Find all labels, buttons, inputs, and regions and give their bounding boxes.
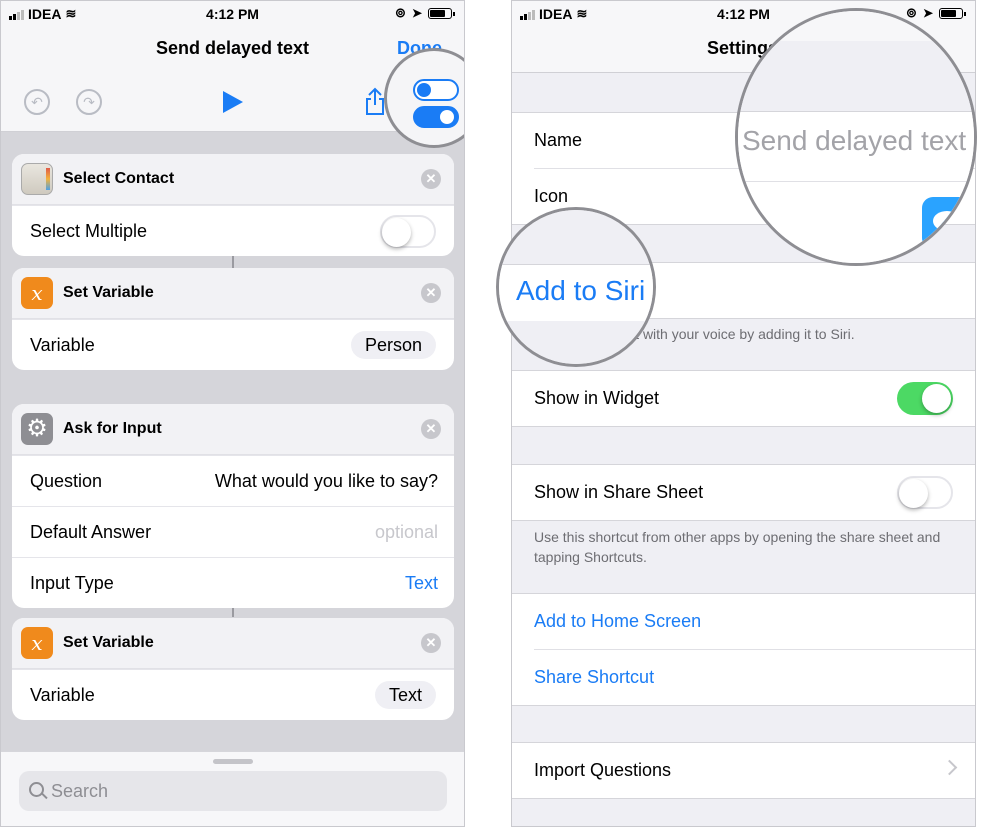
settings-toggle-icon[interactable] (413, 79, 459, 101)
status-right: ⊚ ➤ (395, 5, 455, 21)
show-in-widget-row: Show in Widget (512, 371, 975, 426)
shortcut-editor-screen: IDEA ≋ 4:12 PM ⊚ ➤ Send delayed text Don… (0, 0, 465, 827)
show-in-share-sheet-row: Show in Share Sheet (512, 465, 975, 520)
action-parameter-row[interactable]: Default Answer optional (12, 506, 454, 557)
import-questions-label: Import Questions (534, 760, 672, 780)
add-to-home-screen-row[interactable]: Add to Home Screen (512, 594, 975, 649)
share-icon[interactable] (365, 87, 385, 115)
name-value-zoomed[interactable]: Send delayed text (742, 125, 966, 157)
action-parameter-row: Variable Person (12, 319, 454, 370)
search-input[interactable]: Search (19, 771, 447, 811)
name-label: Name (534, 130, 583, 150)
parameter-label: Variable (30, 335, 95, 355)
gear-icon: ⚙ (21, 413, 53, 445)
action-parameter-row: Variable Text (12, 669, 454, 720)
links-group: Add to Home Screen Share Shortcut (512, 593, 975, 706)
show-in-share-sheet-toggle[interactable] (897, 476, 953, 509)
search-icon (29, 782, 44, 797)
action-parameter-row: Select Multiple (12, 205, 454, 256)
remove-action-icon[interactable]: ✕ (421, 419, 441, 439)
share-sheet-group: Show in Share Sheet (512, 464, 975, 521)
import-group: Import Questions (512, 742, 975, 799)
undo-icon[interactable]: ↶ (24, 89, 50, 115)
location-icon: ➤ (411, 6, 422, 20)
search-placeholder: Search (51, 781, 109, 801)
redo-icon[interactable]: ↷ (76, 89, 102, 115)
remove-action-icon[interactable]: ✕ (421, 283, 441, 303)
remove-action-icon[interactable]: ✕ (421, 633, 441, 653)
chevron-right-icon (941, 759, 958, 776)
variable-token[interactable]: Text (374, 681, 436, 709)
default-answer-field[interactable]: optional (375, 522, 438, 543)
action-header: x Set Variable ✕ (12, 618, 454, 669)
share-shortcut-link[interactable]: Share Shortcut (534, 667, 654, 688)
action-title: Set Variable (63, 284, 154, 301)
action-select-contact: Select Contact ✕ Select Multiple (12, 154, 454, 256)
variable-icon: x (21, 627, 53, 659)
battery-icon (428, 7, 455, 19)
action-parameter-row[interactable]: Question What would you like to say? (12, 455, 454, 506)
action-title: Select Contact (63, 170, 175, 187)
status-bar: IDEA ≋ 4:12 PM ⊚ ➤ (1, 1, 464, 25)
sheet-grabber[interactable] (213, 759, 253, 764)
share-shortcut-row[interactable]: Share Shortcut (534, 649, 975, 705)
remove-action-icon[interactable]: ✕ (421, 169, 441, 189)
parameter-label: Variable (30, 685, 95, 705)
orientation-lock-icon: ⊚ (395, 5, 406, 20)
actions-sheet: Search (1, 751, 464, 826)
action-title: Ask for Input (63, 420, 162, 437)
action-ask-for-input: ⚙ Ask for Input ✕ Question What would yo… (12, 404, 454, 608)
contacts-icon (21, 163, 53, 195)
import-questions-row[interactable]: Import Questions (512, 743, 975, 798)
input-type-value[interactable]: Text (405, 573, 438, 594)
action-header: ⚙ Ask for Input ✕ (12, 404, 454, 455)
action-set-variable: x Set Variable ✕ Variable Text (12, 618, 454, 720)
show-in-widget-label: Show in Widget (534, 388, 660, 408)
shortcut-title: Send delayed text (155, 38, 310, 58)
widget-group: Show in Widget (512, 370, 975, 427)
play-icon[interactable] (223, 91, 243, 113)
icon-label: Icon (534, 186, 569, 206)
action-set-variable: x Set Variable ✕ Variable Person (12, 268, 454, 370)
show-in-share-sheet-label: Show in Share Sheet (534, 482, 704, 502)
share-sheet-footer: Use this shortcut from other apps by ope… (534, 529, 941, 565)
action-parameter-row[interactable]: Input Type Text (12, 557, 454, 608)
add-to-home-screen-link[interactable]: Add to Home Screen (534, 611, 701, 632)
variable-icon: x (21, 277, 53, 309)
parameter-label: Input Type (30, 573, 114, 593)
parameter-label: Question (30, 471, 103, 491)
show-in-widget-toggle[interactable] (897, 382, 953, 415)
zoom-callout-add-to-siri: Add to Siri (496, 207, 656, 367)
question-value[interactable]: What would you like to say? (215, 471, 438, 492)
select-multiple-toggle[interactable] (380, 215, 436, 248)
settings-toggle-icon[interactable] (413, 106, 459, 128)
action-header: Select Contact ✕ (12, 154, 454, 205)
parameter-label: Select Multiple (30, 221, 148, 241)
action-header: x Set Variable ✕ (12, 268, 454, 319)
parameter-label: Default Answer (30, 522, 152, 542)
zoom-callout-name: Send delayed text (735, 8, 977, 266)
flow-connector (232, 256, 234, 268)
add-to-siri-button[interactable]: Add to Siri (516, 275, 645, 307)
action-title: Set Variable (63, 634, 154, 651)
variable-token[interactable]: Person (350, 331, 436, 359)
messages-icon[interactable] (922, 197, 974, 249)
